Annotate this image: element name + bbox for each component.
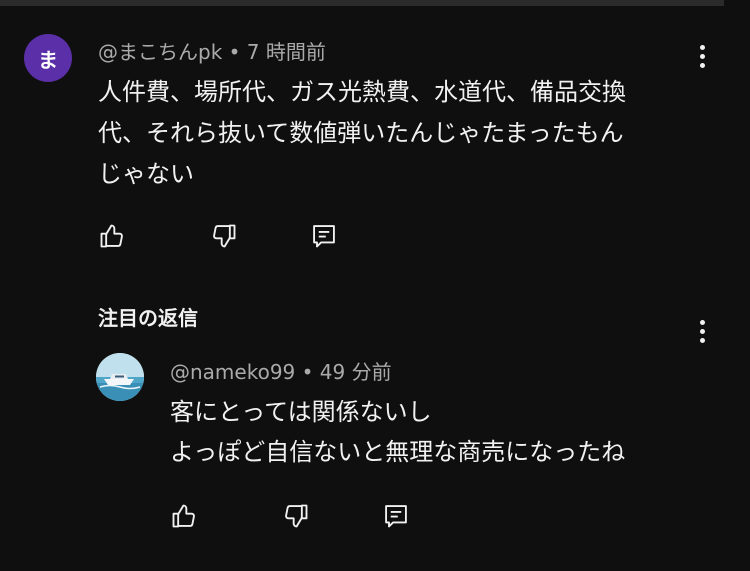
reply-icon <box>313 225 335 248</box>
comment-text: 人件費、場所代、ガス光熱費、水道代、備品交換 代、それら抜いて数値弾いたんじゃた… <box>98 72 688 195</box>
meta-separator: • <box>228 40 241 64</box>
thumbs-down-icon <box>285 504 308 528</box>
reply-author[interactable]: @nameko99 <box>170 360 295 384</box>
meta-separator: • <box>301 360 314 384</box>
more-vert-icon <box>699 319 705 325</box>
reply-time[interactable]: 49 分前 <box>320 360 392 384</box>
comment-menu-button[interactable] <box>690 40 714 72</box>
reply-text-line: 客にとっては関係ないし <box>170 398 432 426</box>
comment-author[interactable]: @まこちんpk <box>98 40 222 64</box>
top-divider <box>0 0 724 6</box>
thumbs-up-icon <box>100 224 123 248</box>
boat-avatar-icon <box>96 353 144 401</box>
like-button[interactable] <box>94 218 130 254</box>
reply-menu-button[interactable] <box>690 315 714 347</box>
comment-text-line: 代、それら抜いて数値弾いたんじゃたまったもん <box>98 119 624 147</box>
thumbs-up-icon <box>172 504 195 528</box>
dislike-button[interactable] <box>206 218 242 254</box>
reply-meta: @nameko99 • 49 分前 <box>170 356 392 385</box>
avatar-initial: ま <box>38 47 58 72</box>
reply-dislike-button[interactable] <box>278 498 314 534</box>
comment-text-line: 人件費、場所代、ガス光熱費、水道代、備品交換 <box>98 78 626 106</box>
more-vert-icon <box>699 44 705 50</box>
thumbs-down-icon <box>213 224 236 248</box>
avatar[interactable]: ま <box>24 34 72 82</box>
reply-text-line: よっぽど自信ないと無理な商売になったね <box>170 438 626 466</box>
reply-like-button[interactable] <box>166 498 202 534</box>
featured-replies-title: 注目の返信 <box>98 306 198 330</box>
comment-text-line: じゃない <box>98 160 194 188</box>
comment-meta: @まこちんpk • 7 時間前 <box>98 36 326 65</box>
reply-text: 客にとっては関係ないし よっぽど自信ないと無理な商売になったね <box>170 392 710 472</box>
reply-button[interactable] <box>306 218 342 254</box>
comment-time[interactable]: 7 時間前 <box>247 40 326 64</box>
reply-icon <box>385 505 407 528</box>
reply-avatar[interactable] <box>96 353 144 401</box>
reply-reply-button[interactable] <box>378 498 414 534</box>
